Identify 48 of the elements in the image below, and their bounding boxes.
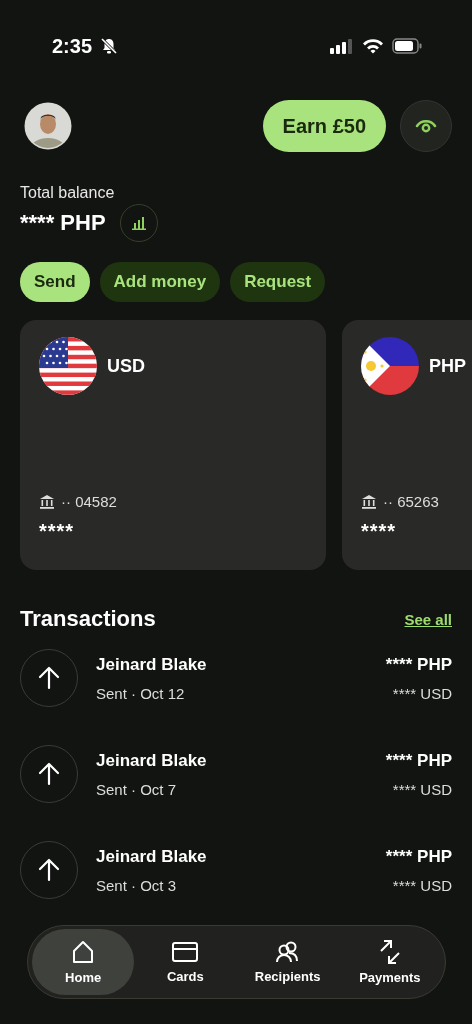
us-flag-icon: [39, 337, 97, 395]
nav-tab[interactable]: Recipients: [236, 929, 339, 995]
status-time: 2:35: [52, 34, 93, 58]
nav-tab[interactable]: Payments: [338, 929, 441, 995]
transaction-detail: Sent · Oct 12: [96, 684, 186, 702]
account-card[interactable]: PHP ·· 65263 ****: [342, 320, 472, 570]
action-button[interactable]: Send: [20, 262, 90, 302]
home-icon: [71, 939, 96, 964]
balance-label: Total balance: [20, 184, 116, 202]
converted-amount: **** USD: [392, 876, 452, 894]
converted-amount: **** USD: [392, 684, 452, 702]
transaction-amount: **** PHP: [385, 654, 452, 675]
transaction-detail: Sent · Oct 3: [96, 876, 178, 894]
transaction-amount: **** PHP: [385, 846, 452, 867]
philippines-flag-icon: [361, 337, 419, 395]
account-card[interactable]: USD ·· 04582 ****: [20, 320, 326, 570]
account-balance: ****: [39, 520, 76, 544]
bank-icon: [39, 493, 55, 510]
section-title: Transactions: [20, 606, 156, 632]
eye-icon: [415, 119, 437, 133]
battery-icon: [392, 38, 422, 54]
transaction-detail: Sent · Oct 7: [96, 780, 178, 798]
converted-amount: **** USD: [392, 780, 452, 798]
balance-amount: **** PHP: [20, 210, 106, 236]
bell-muted-icon: [100, 37, 119, 55]
bar-chart-icon: [130, 216, 147, 230]
recipient-name: Jeinard Blake: [96, 750, 208, 771]
recipient-name: Jeinard Blake: [96, 654, 208, 675]
avatar[interactable]: [24, 102, 72, 150]
see-all-link[interactable]: See all: [404, 610, 452, 628]
card-icon: [172, 940, 199, 963]
nav-tab[interactable]: Home: [32, 929, 135, 995]
signal-icon: [330, 38, 354, 54]
nav-tab[interactable]: Cards: [134, 929, 237, 995]
account-number: ·· 04582: [61, 493, 117, 510]
account-balance: ****: [361, 520, 398, 544]
action-button[interactable]: Request: [230, 262, 326, 302]
earn-button[interactable]: Earn £50: [262, 100, 386, 152]
visibility-button[interactable]: [400, 100, 452, 152]
currency-code: USD: [107, 355, 145, 377]
transaction-amount: **** PHP: [385, 750, 452, 771]
currency-code: PHP: [429, 355, 466, 377]
action-button[interactable]: Add money: [99, 262, 221, 302]
account-number: ·· 65263: [383, 493, 439, 510]
recipient-name: Jeinard Blake: [96, 846, 208, 867]
people-icon: [275, 940, 300, 963]
wifi-icon: [362, 38, 384, 54]
bank-icon: [361, 493, 377, 510]
